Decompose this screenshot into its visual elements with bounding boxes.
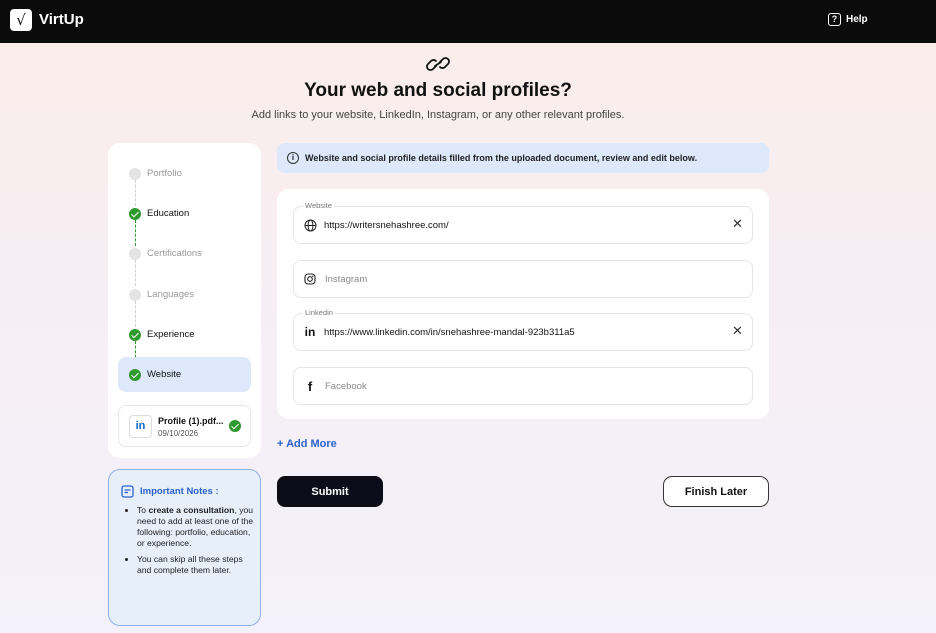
submit-button[interactable]: Submit <box>277 476 383 507</box>
info-text: Website and social profile details fille… <box>305 153 698 163</box>
linkedin-field[interactable]: Linkedin in https://www.linkedin.com/in/… <box>293 308 753 351</box>
step-languages[interactable]: Languages <box>118 277 251 312</box>
finish-later-button[interactable]: Finish Later <box>663 476 769 507</box>
brand-name: VirtUp <box>39 11 84 28</box>
notes-header: Important Notes : <box>121 485 219 498</box>
step-experience[interactable]: Experience <box>118 317 251 352</box>
step-label: Website <box>147 369 182 380</box>
step-dot <box>129 167 141 180</box>
note-icon <box>121 485 134 498</box>
step-certifications[interactable]: Certifications <box>118 236 251 271</box>
steps-sidebar: Portfolio Education Certifications Langu… <box>108 143 261 458</box>
logo-icon[interactable]: √ <box>10 9 32 31</box>
instagram-placeholder: Instagram <box>325 274 368 285</box>
note-item: You can skip all these steps and complet… <box>137 554 255 576</box>
help-button[interactable]: ? Help <box>828 13 868 26</box>
step-education[interactable]: Education <box>118 196 251 231</box>
step-dot <box>129 247 141 260</box>
step-label: Certifications <box>147 248 202 259</box>
link-icon <box>426 57 450 71</box>
note-item: To create a consultation, you need to ad… <box>137 505 255 549</box>
linkedin-value: https://www.linkedin.com/in/snehashree-m… <box>324 327 575 338</box>
step-label: Experience <box>147 329 195 340</box>
check-icon <box>129 207 141 220</box>
file-name: Profile (1).pdf... <box>158 416 224 426</box>
linkedin-icon: in <box>304 325 316 339</box>
facebook-placeholder: Facebook <box>325 381 367 392</box>
page-subtitle: Add links to your website, LinkedIn, Ins… <box>251 109 625 121</box>
file-date: 09/10/2026 <box>158 429 199 438</box>
globe-icon <box>303 218 317 232</box>
step-label: Education <box>147 208 190 219</box>
add-more-button[interactable]: + Add More <box>277 438 337 450</box>
info-banner: i Website and social profile details fil… <box>277 143 769 173</box>
step-website[interactable]: Website <box>118 357 251 392</box>
website-value: https://writersnehashree.com/ <box>324 220 449 231</box>
top-bar: √ VirtUp ? Help <box>0 0 936 43</box>
page-title: Your web and social profiles? <box>304 80 572 101</box>
important-notes: Important Notes : To create a consultati… <box>108 469 261 626</box>
check-icon <box>129 328 141 341</box>
help-icon: ? <box>828 13 841 26</box>
help-label: Help <box>846 14 868 25</box>
field-label: Website <box>303 201 334 210</box>
info-icon: i <box>287 152 299 164</box>
step-portfolio[interactable]: Portfolio <box>118 156 251 191</box>
instagram-icon <box>303 272 317 286</box>
website-field[interactable]: Website https://writersnehashree.com/ ✕ <box>293 201 753 244</box>
close-icon[interactable]: ✕ <box>732 217 743 232</box>
profiles-form: Website https://writersnehashree.com/ ✕ … <box>277 189 769 419</box>
notes-list: To create a consultation, you need to ad… <box>123 505 255 581</box>
field-label: Linkedin <box>303 308 335 317</box>
facebook-icon: f <box>307 378 313 394</box>
instagram-field[interactable]: Instagram <box>293 260 753 298</box>
step-label: Languages <box>147 289 195 300</box>
uploaded-file-card[interactable]: in Profile (1).pdf... 09/10/2026 <box>118 405 251 447</box>
step-label: Portfolio <box>147 168 182 179</box>
facebook-field[interactable]: f Facebook <box>293 367 753 405</box>
step-dot <box>129 288 141 301</box>
notes-title: Important Notes : <box>140 486 219 497</box>
check-icon <box>129 368 141 381</box>
close-icon[interactable]: ✕ <box>732 324 743 339</box>
linkedin-icon: in <box>129 415 152 438</box>
check-icon <box>229 420 241 432</box>
